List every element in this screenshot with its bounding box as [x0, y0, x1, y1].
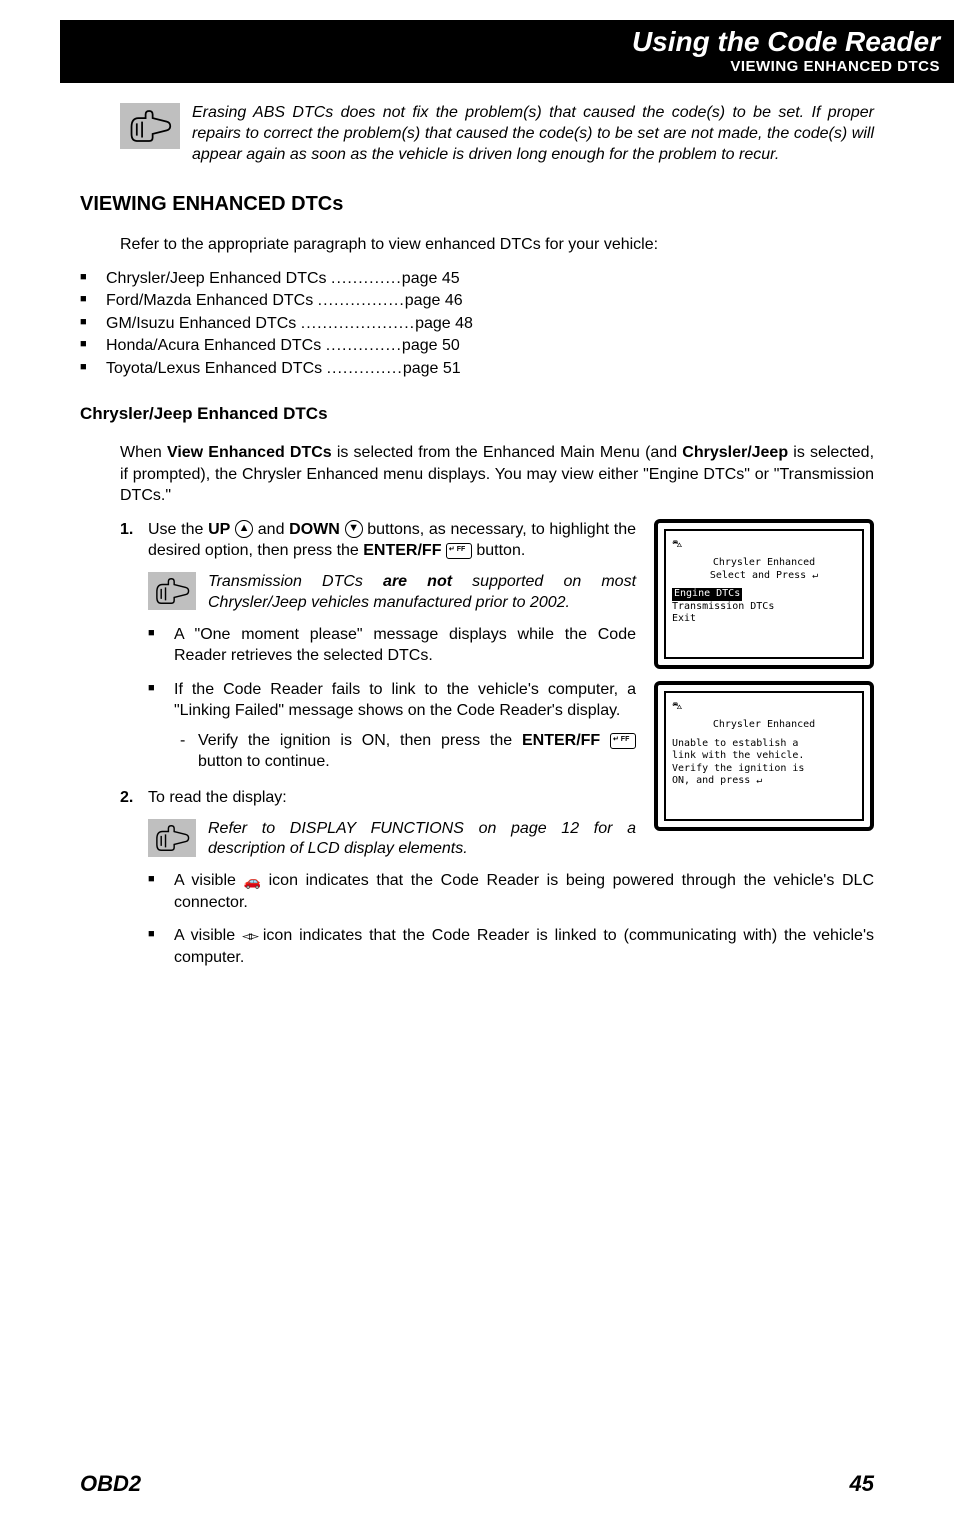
enter-ff-button-icon: [446, 543, 472, 559]
list-item-name: Toyota/Lexus Enhanced DTCs: [106, 360, 322, 377]
subsection-intro: When View Enhanced DTCs is selected from…: [120, 442, 874, 507]
list-item: Chrysler/Jeep Enhanced DTCs ............…: [80, 268, 874, 290]
steps-list: Use the UP ▲ and DOWN ▼ buttons, as nece…: [120, 519, 874, 969]
screen-line: ON, and press ↵: [672, 775, 856, 788]
list-item-page: page 46: [405, 292, 463, 309]
list-item-page: page 48: [415, 315, 473, 332]
bullet-item: If the Code Reader fails to link to the …: [148, 679, 874, 773]
subsection-title: Chrysler/Jeep Enhanced DTCs: [80, 404, 874, 424]
leader-dots: ..............: [326, 337, 402, 354]
step-2-note-text: Refer to DISPLAY FUNCTIONS on page 12 fo…: [208, 819, 636, 861]
step-2: To read the display: Refer to DISPLAY FU…: [120, 787, 874, 969]
vehicle-icon: 🚗: [244, 872, 261, 891]
list-item-name: Chrysler/Jeep Enhanced DTCs: [106, 270, 327, 287]
up-button-icon: ▲: [235, 520, 253, 538]
footer-right: 45: [850, 1471, 874, 1497]
link-icon: ◅▻: [242, 927, 256, 945]
step-1-note: Transmission DTCs are not supported on m…: [148, 572, 636, 614]
list-item-name: Ford/Mazda Enhanced DTCs: [106, 292, 313, 309]
step-2-bullets: A visible 🚗 icon indicates that the Code…: [148, 870, 874, 968]
header-subtitle: VIEWING ENHANCED DTCS: [74, 58, 940, 75]
list-item: GM/Isuzu Enhanced DTCs .................…: [80, 313, 874, 335]
step-1-note-text: Transmission DTCs are not supported on m…: [208, 572, 636, 614]
vehicle-list: Chrysler/Jeep Enhanced DTCs ............…: [80, 268, 874, 380]
list-item: Ford/Mazda Enhanced DTCs ...............…: [80, 290, 874, 312]
bullet-item: A visible ◅▻ icon indicates that the Cod…: [148, 925, 874, 968]
down-button-icon: ▼: [345, 520, 363, 538]
list-item: Toyota/Lexus Enhanced DTCs .............…: [80, 358, 874, 380]
bullet-item: A visible 🚗 icon indicates that the Code…: [148, 870, 874, 913]
leader-dots: ..............: [327, 360, 403, 377]
intro-paragraph: Refer to the appropriate paragraph to vi…: [120, 234, 874, 256]
list-item-page: page 50: [402, 337, 460, 354]
pointing-hand-icon: [148, 819, 196, 857]
step-1-bullets: A "One moment please" message displays w…: [148, 624, 874, 774]
leader-dots: .............: [331, 270, 402, 287]
top-note-text: Erasing ABS DTCs does not fix the proble…: [192, 103, 874, 165]
enter-ff-button-icon: [610, 733, 636, 749]
dash-item: Verify the ignition is ON, then press th…: [174, 730, 874, 773]
page-header: Using the Code Reader VIEWING ENHANCED D…: [60, 20, 954, 83]
step-2-note: Refer to DISPLAY FUNCTIONS on page 12 fo…: [148, 819, 636, 861]
pointing-hand-icon: [120, 103, 180, 149]
list-item: Honda/Acura Enhanced DTCs ..............…: [80, 335, 874, 357]
list-item-name: GM/Isuzu Enhanced DTCs: [106, 315, 296, 332]
page-footer: OBD2 45: [80, 1471, 874, 1497]
list-item-page: page 51: [403, 360, 461, 377]
list-item-name: Honda/Acura Enhanced DTCs: [106, 337, 321, 354]
bullet-item: A "One moment please" message displays w…: [148, 624, 874, 667]
list-item-page: page 45: [402, 270, 460, 287]
header-title: Using the Code Reader: [74, 26, 940, 58]
section-title: VIEWING ENHANCED DTCs: [80, 193, 874, 216]
step-1: Use the UP ▲ and DOWN ▼ buttons, as nece…: [120, 519, 874, 773]
leader-dots: .....................: [301, 315, 415, 332]
pointing-hand-icon: [148, 572, 196, 610]
leader-dots: ................: [318, 292, 405, 309]
top-note: Erasing ABS DTCs does not fix the proble…: [120, 103, 874, 165]
footer-left: OBD2: [80, 1471, 141, 1497]
